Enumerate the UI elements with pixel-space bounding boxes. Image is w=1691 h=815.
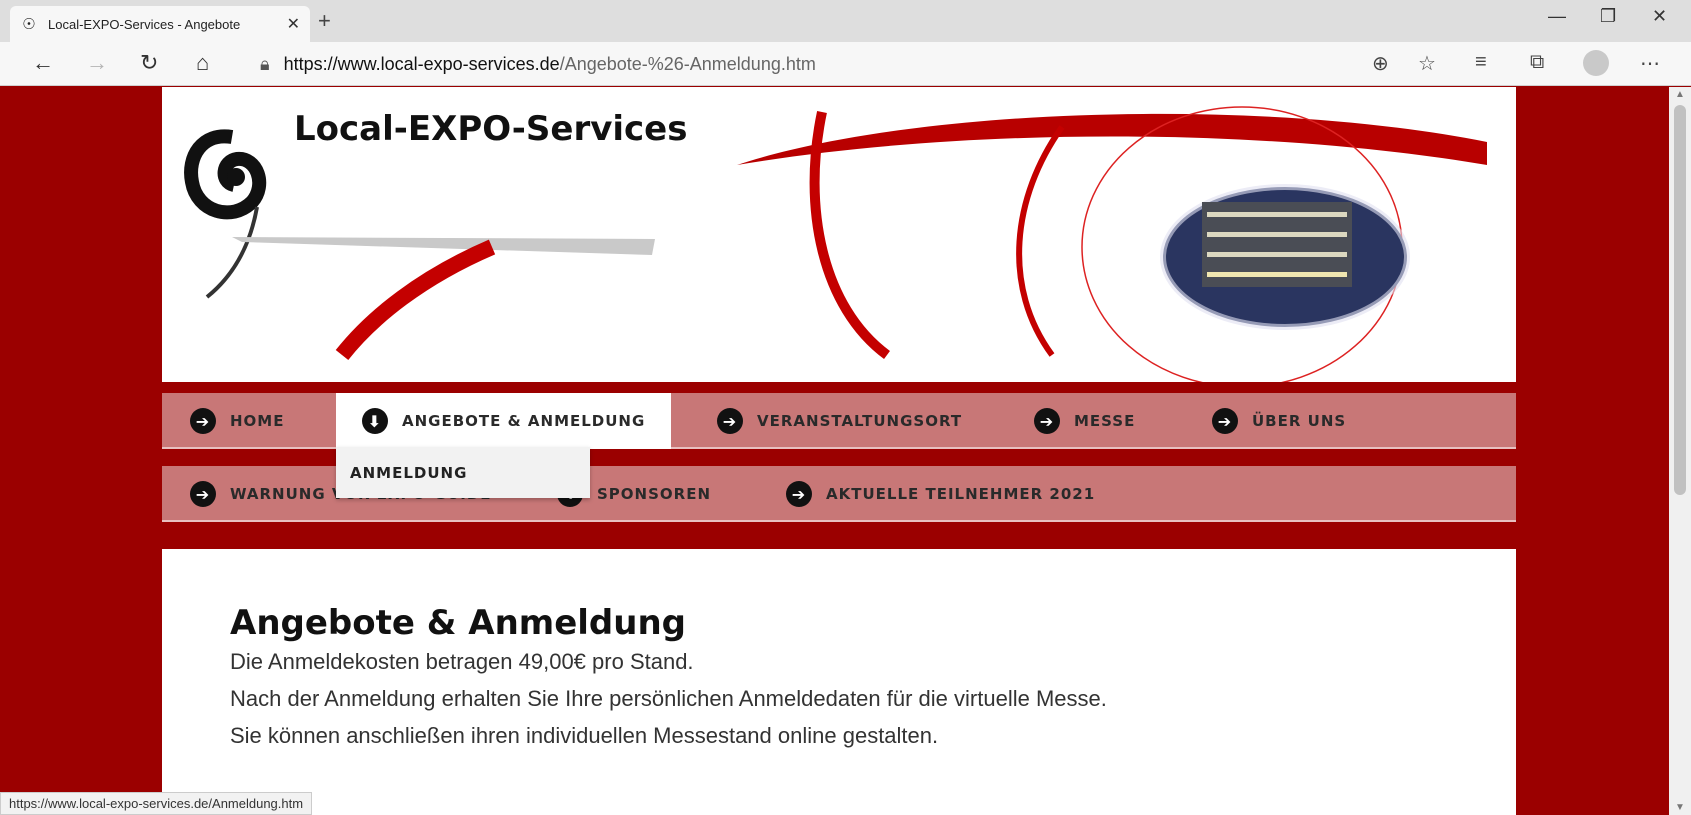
arrow-right-icon: ➔ [190, 481, 216, 507]
content-paragraph: Die Anmeldekosten betragen 49,00€ pro St… [230, 649, 694, 674]
site-logo-text[interactable]: Local-EXPO-Services [294, 109, 687, 149]
browser-tab[interactable]: ☉ Local-EXPO-Services - Angebote ✕ [10, 6, 310, 42]
nav-home[interactable]: ➔ HOME [190, 393, 284, 449]
close-tab-icon[interactable]: ✕ [287, 14, 300, 34]
tab-title: Local-EXPO-Services - Angebote [48, 16, 241, 32]
dropdown-item-anmeldung[interactable]: ANMELDUNG [336, 447, 590, 498]
scroll-up-icon[interactable]: ▲ [1675, 89, 1685, 100]
arrow-down-icon: ⬇ [362, 408, 388, 434]
arrow-right-icon: ➔ [1034, 408, 1060, 434]
nav-label: SPONSOREN [597, 485, 712, 503]
nav-label: AKTUELLE TEILNEHMER 2021 [826, 485, 1096, 503]
more-menu-icon[interactable]: ⋯ [1640, 51, 1660, 76]
web-page: Local-EXPO-Services ➔ HOME ⬇ ANGEBOTE & … [0, 87, 1691, 815]
zoom-icon[interactable]: ⊕ [1372, 51, 1389, 76]
nav-aktuelle-teilnehmer[interactable]: ➔ AKTUELLE TEILNEHMER 2021 [786, 466, 1095, 522]
content-paragraph: Sie können anschließen ihren individuell… [230, 723, 939, 748]
back-icon[interactable]: ← [32, 50, 54, 76]
minimize-icon[interactable]: — [1548, 6, 1566, 27]
nav-label: HOME [230, 412, 285, 430]
nav-angebote-anmeldung[interactable]: ⬇ ANGEBOTE & ANMELDUNG [336, 393, 672, 449]
url-host: https://www.local-expo-services.de [283, 53, 560, 74]
nav-label: MESSE [1074, 412, 1136, 430]
nav-veranstaltungsort[interactable]: ➔ VERANSTALTUNGSORT [717, 393, 962, 449]
reload-icon[interactable]: ↻ [140, 50, 158, 76]
arrow-right-icon: ➔ [786, 481, 812, 507]
restore-icon[interactable]: ❐ [1600, 6, 1616, 27]
main-nav-row-1: ➔ HOME ⬇ ANGEBOTE & ANMELDUNG ➔ VERANSTA… [162, 393, 1516, 449]
nav-label: ANGEBOTE & ANMELDUNG [402, 412, 646, 430]
page-scrollbar[interactable]: ▲ ▼ [1669, 87, 1691, 815]
nav-label: VERANSTALTUNGSORT [757, 412, 963, 430]
favorite-star-icon[interactable]: ☆ [1418, 51, 1436, 76]
status-bar-url: https://www.local-expo-services.de/Anmel… [0, 792, 313, 815]
forward-icon[interactable]: → [86, 50, 108, 76]
site-header: Local-EXPO-Services [162, 87, 1516, 382]
url-path: /Angebote-%26-Anmeldung.htm [559, 53, 816, 74]
address-bar-row: ← → ↻ ⌂ 🔒︎ https://www.local-expo-servic… [0, 42, 1691, 86]
scroll-down-icon[interactable]: ▼ [1675, 802, 1685, 813]
nav-ueber-uns[interactable]: ➔ ÜBER UNS [1212, 393, 1346, 449]
content-paragraph: Nach der Anmeldung erhalten Sie Ihre per… [230, 686, 1107, 711]
arrow-right-icon: ➔ [1212, 408, 1238, 434]
page-title: Angebote & Anmeldung [230, 603, 686, 643]
collections-icon[interactable]: ⧉ [1530, 51, 1544, 74]
scrollbar-thumb[interactable] [1674, 105, 1686, 495]
nav-label: ÜBER UNS [1252, 412, 1347, 430]
lock-icon: 🔒︎ [260, 53, 270, 74]
favorites-list-icon[interactable]: ≡ [1475, 51, 1487, 74]
browser-tab-bar: ☉ Local-EXPO-Services - Angebote ✕ + — ❐… [0, 0, 1691, 42]
profile-avatar-icon[interactable] [1583, 50, 1609, 76]
arrow-right-icon: ➔ [717, 408, 743, 434]
main-content: Angebote & Anmeldung Die Anmeldekosten b… [162, 549, 1516, 815]
home-icon[interactable]: ⌂ [196, 50, 209, 76]
site-logo-icon: ☉ [22, 16, 36, 33]
new-tab-icon[interactable]: + [318, 8, 331, 34]
nav-messe[interactable]: ➔ MESSE [1034, 393, 1135, 449]
window-close-icon[interactable]: ✕ [1652, 6, 1667, 27]
arrow-right-icon: ➔ [190, 408, 216, 434]
url-field[interactable]: 🔒︎ https://www.local-expo-services.de/An… [260, 51, 816, 77]
